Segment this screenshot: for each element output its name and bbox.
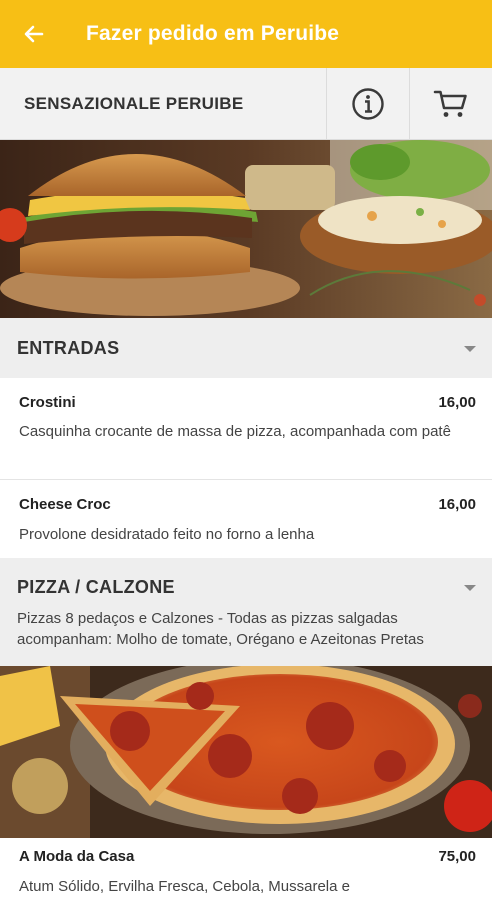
section-header-entradas[interactable]: ENTRADAS — [0, 318, 492, 378]
info-icon — [352, 88, 384, 120]
menu-item[interactable]: Cheese Croc 16,00 Provolone desidratado … — [0, 480, 492, 558]
item-name: Crostini — [19, 394, 76, 411]
arrow-left-icon — [24, 25, 44, 43]
store-cover-photo — [0, 140, 492, 318]
chevron-down-icon — [464, 585, 476, 591]
app-bar: Fazer pedido em Peruibe — [0, 0, 492, 68]
item-price: 75,00 — [438, 848, 476, 865]
item-price: 16,00 — [438, 496, 476, 513]
item-price: 16,00 — [438, 394, 476, 411]
section-title: PIZZA / CALZONE — [17, 577, 175, 597]
chevron-down-icon — [464, 346, 476, 352]
store-name: SENSAZIONALE PERUIBE — [24, 93, 244, 113]
item-description: Atum Sólido, Ervilha Fresca, Cebola, Mus… — [19, 878, 350, 895]
cart-button[interactable] — [409, 68, 492, 140]
page-title: Fazer pedido em Peruibe — [86, 22, 340, 45]
item-name: Cheese Croc — [19, 496, 111, 513]
item-description: Provolone desidratado feito no forno a l… — [19, 526, 315, 543]
store-bar: SENSAZIONALE PERUIBE — [0, 68, 492, 140]
menu-item[interactable]: Crostini 16,00 Casquinha crocante de mas… — [0, 378, 492, 480]
info-button[interactable] — [326, 68, 409, 140]
item-name: A Moda da Casa — [19, 848, 135, 865]
item-description: Casquinha crocante de massa de pizza, ac… — [19, 423, 451, 440]
section-photo — [0, 666, 492, 838]
section-header-pizza-calzone[interactable]: PIZZA / CALZONE Pizzas 8 pedaços e Calzo… — [0, 558, 492, 666]
section-title: ENTRADAS — [17, 338, 120, 358]
back-button[interactable] — [0, 0, 68, 68]
cart-icon — [433, 90, 467, 117]
menu-item[interactable]: A Moda da Casa 75,00 Atum Sólido, Ervilh… — [0, 838, 492, 900]
section-description: Pizzas 8 pedaços e Calzones - Todas as p… — [17, 610, 424, 648]
